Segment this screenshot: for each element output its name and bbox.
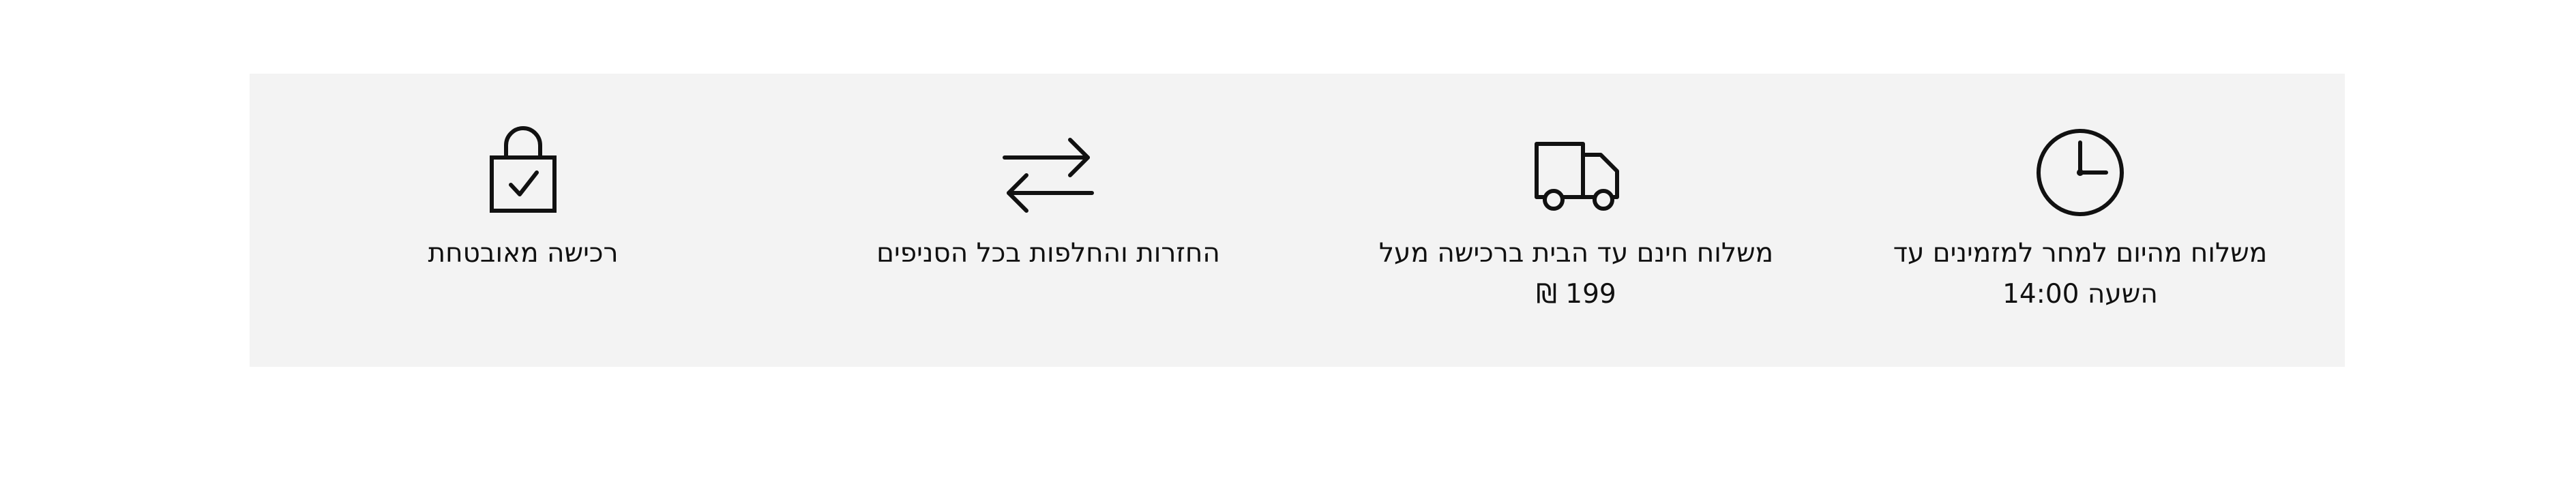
benefit-free-shipping: משלוח חינם עד הבית ברכישה מעל 199 ₪	[1337, 121, 1815, 315]
benefit-secure-purchase: רכישה מאובטחת	[284, 121, 762, 274]
benefit-line: השעה 14:00	[2002, 279, 2158, 310]
benefits-bar: משלוח מהיום למחר למזמינים עד השעה 14:00 …	[250, 74, 2345, 367]
benefit-next-day-delivery: משלוח מהיום למחר למזמינים עד השעה 14:00	[1841, 121, 2319, 315]
benefit-secure-purchase-text: רכישה מאובטחת	[428, 233, 619, 274]
benefit-line: רכישה מאובטחת	[428, 238, 619, 269]
exchange-arrows-icon	[997, 121, 1099, 224]
benefit-next-day-delivery-text: משלוח מהיום למחר למזמינים עד השעה 14:00	[1893, 233, 2268, 315]
clock-icon	[2029, 121, 2131, 224]
delivery-truck-icon	[1525, 121, 1627, 224]
benefit-returns-exchanges: החזרות והחלפות בכל הסניפים	[810, 121, 1287, 274]
benefit-line: 199 ₪	[1536, 279, 1616, 310]
benefit-returns-exchanges-text: החזרות והחלפות בכל הסניפים	[876, 233, 1220, 274]
benefit-free-shipping-text: משלוח חינם עד הבית ברכישה מעל 199 ₪	[1379, 233, 1773, 315]
benefit-line: החזרות והחלפות בכל הסניפים	[876, 238, 1220, 269]
secure-lock-icon	[472, 121, 574, 224]
benefit-line: משלוח מהיום למחר למזמינים עד	[1893, 238, 2268, 269]
benefit-line: משלוח חינם עד הבית ברכישה מעל	[1378, 238, 1774, 269]
